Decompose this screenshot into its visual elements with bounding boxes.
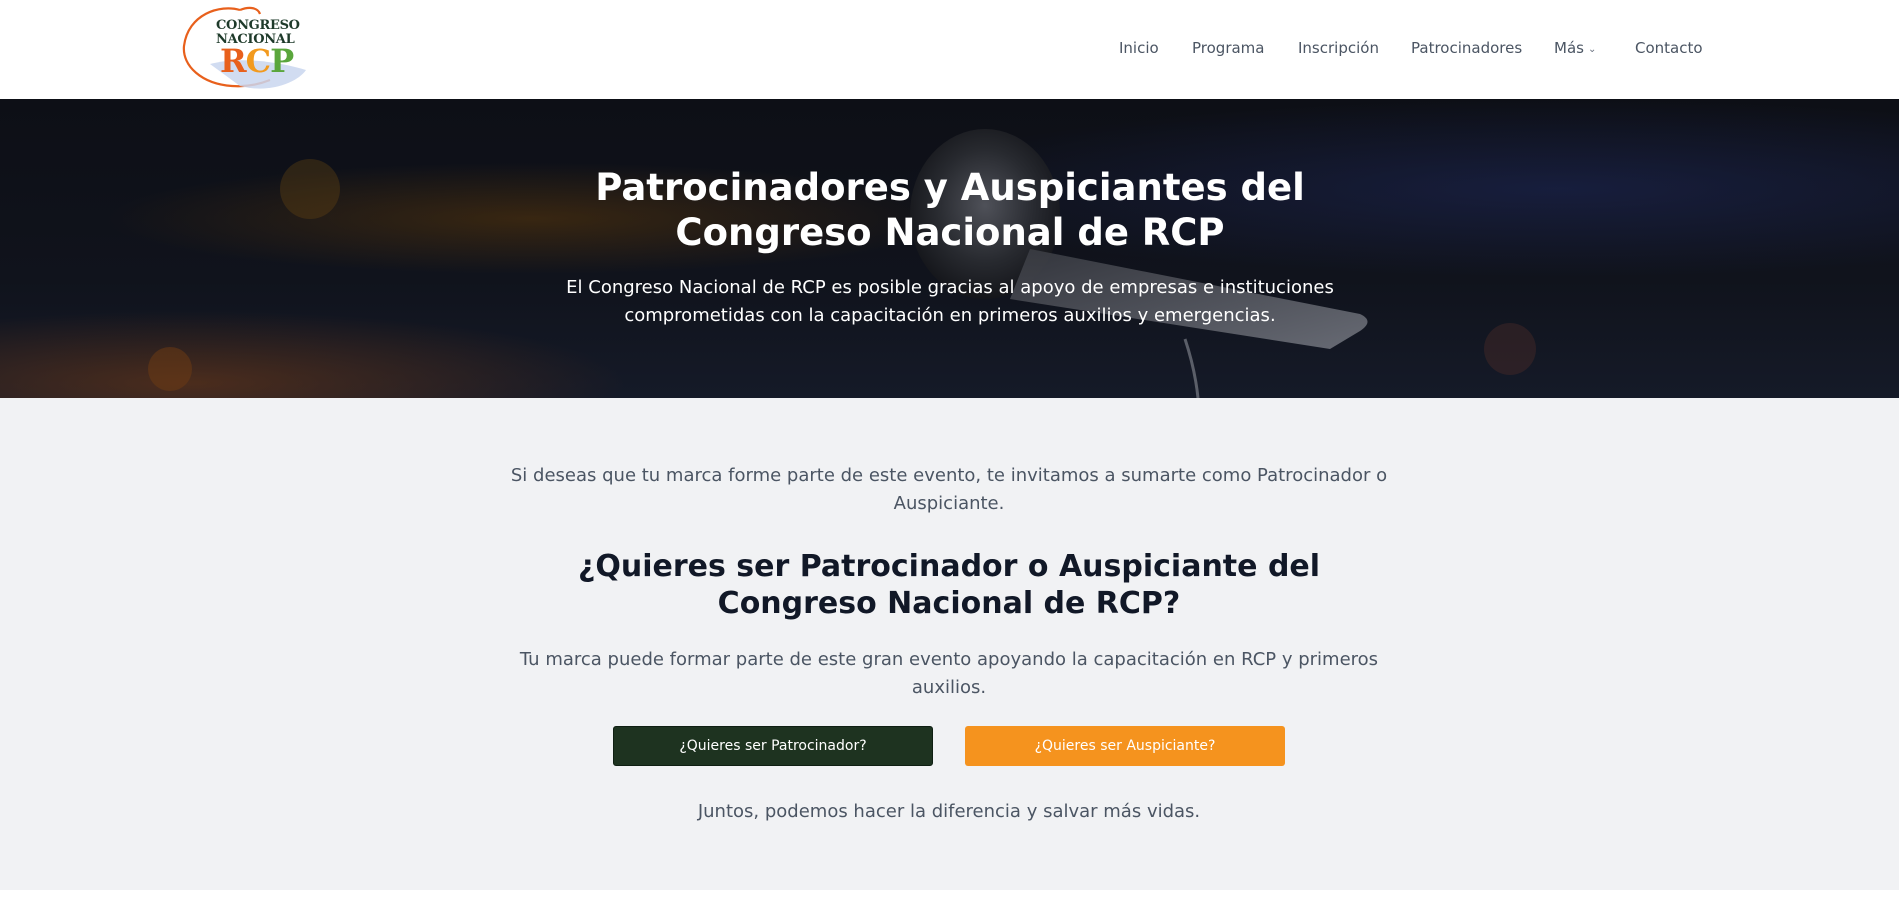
nav-item-inicio[interactable]: Inicio — [1119, 39, 1159, 57]
site-header: CONGRESO NACIONAL RCP Inicio Programa In… — [0, 0, 1899, 99]
nav-item-mas[interactable]: Más ⌄ — [1554, 39, 1596, 57]
closing-text: Juntos, podemos hacer la diferencia y sa… — [697, 801, 1201, 822]
hero-subtitle: El Congreso Nacional de RCP es posible g… — [566, 277, 1334, 326]
nav-item-programa[interactable]: Programa — [1192, 39, 1264, 57]
nav-item-contacto[interactable]: Contacto — [1635, 39, 1703, 57]
nav-item-patrocinadores[interactable]: Patrocinadores — [1411, 39, 1522, 57]
patrocinador-button[interactable]: ¿Quieres ser Patrocinador? — [613, 726, 933, 766]
auspiciante-button[interactable]: ¿Quieres ser Auspiciante? — [965, 726, 1285, 766]
logo-rcp: RCP — [220, 42, 294, 80]
logo-rcp-r: R — [220, 42, 247, 80]
nav-item-mas-label: Más — [1554, 39, 1584, 57]
hero-banner: Patrocinadores y Auspiciantes del Congre… — [0, 99, 1899, 398]
invite-text: Si deseas que tu marca forme parte de es… — [510, 465, 1388, 514]
nav-item-inscripcion[interactable]: Inscripción — [1298, 39, 1379, 57]
logo-line-congreso: CONGRESO — [216, 18, 300, 33]
chevron-down-icon: ⌄ — [1587, 44, 1597, 55]
logo-rcp-p: P — [270, 42, 294, 80]
sponsor-question-heading: ¿Quieres ser Patrocinador o Auspiciante … — [577, 549, 1321, 621]
logo-rcp-c: C — [245, 42, 271, 80]
sponsors-cta-section: Si deseas que tu marca forme parte de es… — [0, 398, 1899, 890]
hero-title: Patrocinadores y Auspiciantes del Congre… — [595, 166, 1305, 254]
congreso-rcp-logo[interactable]: CONGRESO NACIONAL RCP — [180, 4, 312, 92]
brand-text: Tu marca puede formar parte de este gran… — [519, 649, 1379, 698]
